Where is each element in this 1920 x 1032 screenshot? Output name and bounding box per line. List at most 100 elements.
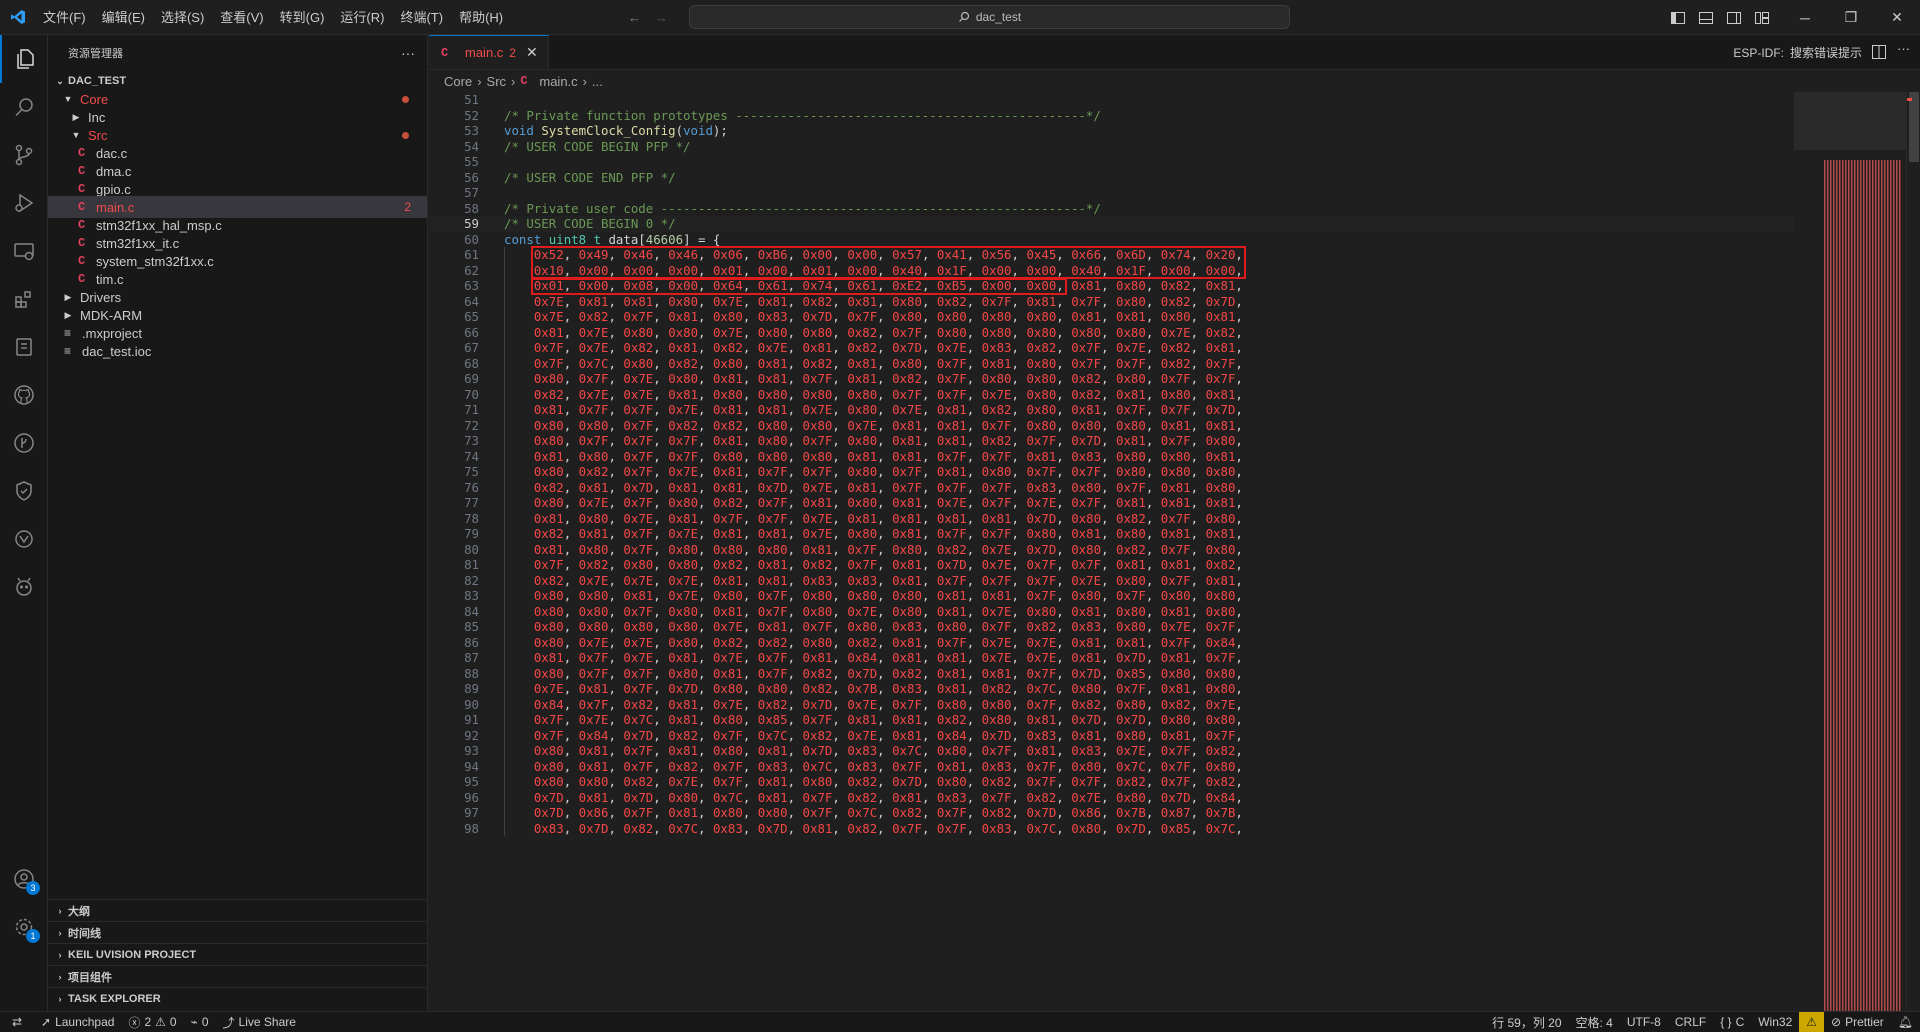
code-line[interactable]: 83 0x80, 0x80, 0x81, 0x7E, 0x80, 0x7F, 0…: [429, 588, 1794, 604]
code-line[interactable]: 97 0x7D, 0x86, 0x7F, 0x81, 0x80, 0x80, 0…: [429, 805, 1794, 821]
code-line[interactable]: 78 0x81, 0x80, 0x7E, 0x81, 0x7F, 0x7F, 0…: [429, 510, 1794, 526]
tab-main-c[interactable]: C main.c 2 ✕: [429, 35, 549, 69]
encoding[interactable]: UTF-8: [1620, 1012, 1668, 1032]
code-line[interactable]: 90 0x84, 0x7F, 0x82, 0x81, 0x7E, 0x82, 0…: [429, 696, 1794, 712]
code-line[interactable]: 66 0x81, 0x7E, 0x80, 0x80, 0x7E, 0x80, 0…: [429, 324, 1794, 340]
command-center-search[interactable]: dac_test: [689, 5, 1290, 29]
remote-indicator[interactable]: ⇄: [0, 1012, 34, 1032]
breadcrumb-symbol[interactable]: ...: [592, 74, 603, 89]
breadcrumb-src[interactable]: Src: [487, 74, 507, 89]
github-icon[interactable]: [0, 371, 48, 419]
breadcrumb-file[interactable]: main.c: [539, 74, 577, 89]
code-line[interactable]: 77 0x80, 0x7E, 0x7F, 0x80, 0x82, 0x7F, 0…: [429, 495, 1794, 511]
back-arrow-icon[interactable]: ←: [628, 10, 641, 25]
git-graph-icon[interactable]: [0, 419, 48, 467]
platformio-icon[interactable]: [0, 563, 48, 611]
more-actions-icon[interactable]: ···: [1897, 41, 1910, 56]
code-line[interactable]: 72 0x80, 0x80, 0x7F, 0x82, 0x82, 0x80, 0…: [429, 417, 1794, 433]
code-line[interactable]: 67 0x7F, 0x7E, 0x82, 0x81, 0x82, 0x7E, 0…: [429, 340, 1794, 356]
problems-item[interactable]: ⓧ 2 ⚠ 0: [121, 1012, 183, 1032]
toggle-secondary-sidebar-icon[interactable]: [1720, 0, 1748, 35]
search-icon[interactable]: [0, 83, 48, 131]
more-actions-icon[interactable]: ···: [401, 45, 415, 61]
code-line[interactable]: 79 0x82, 0x81, 0x7F, 0x7E, 0x81, 0x81, 0…: [429, 526, 1794, 542]
code-line[interactable]: 65 0x7E, 0x82, 0x7F, 0x81, 0x80, 0x83, 0…: [429, 309, 1794, 325]
menu-view[interactable]: 查看(V): [212, 0, 271, 35]
code-line[interactable]: 53 void SystemClock_Config(void);: [429, 123, 1794, 139]
extensions-icon[interactable]: [0, 275, 48, 323]
esp-idf-search-errors[interactable]: ESP-IDF: 搜索错误提示: [1733, 35, 1862, 70]
code-line[interactable]: 51: [429, 92, 1794, 108]
config-platform[interactable]: Win32: [1751, 1012, 1799, 1032]
breadcrumb-core[interactable]: Core: [444, 74, 472, 89]
code-line[interactable]: 85 0x80, 0x80, 0x80, 0x80, 0x7E, 0x81, 0…: [429, 619, 1794, 635]
indentation[interactable]: 空格: 4: [1569, 1012, 1620, 1032]
code-line[interactable]: 76 0x82, 0x81, 0x7D, 0x81, 0x81, 0x7D, 0…: [429, 479, 1794, 495]
close-tab-icon[interactable]: ✕: [526, 44, 538, 61]
code-line[interactable]: 95 0x80, 0x80, 0x82, 0x7E, 0x7F, 0x81, 0…: [429, 774, 1794, 790]
editor-scrollbar[interactable]: [1906, 92, 1920, 1011]
testing-icon[interactable]: [0, 467, 48, 515]
line-ending[interactable]: CRLF: [1668, 1012, 1713, 1032]
code-line[interactable]: 64 0x7E, 0x81, 0x81, 0x80, 0x7E, 0x81, 0…: [429, 293, 1794, 309]
code-line[interactable]: 52 /* Private function prototypes -------…: [429, 108, 1794, 124]
live-share-item[interactable]: ⤴ Live Share: [216, 1012, 303, 1032]
menu-file[interactable]: 文件(F): [35, 0, 94, 35]
customize-layout-icon[interactable]: [1748, 0, 1776, 35]
minimap-slider[interactable]: [1794, 92, 1906, 150]
close-window-icon[interactable]: ✕: [1874, 0, 1920, 35]
code-line[interactable]: 92 0x7F, 0x84, 0x7D, 0x82, 0x7F, 0x7C, 0…: [429, 727, 1794, 743]
code-line[interactable]: 86 0x80, 0x7E, 0x7E, 0x80, 0x82, 0x82, 0…: [429, 634, 1794, 650]
menu-help[interactable]: 帮助(H): [451, 0, 511, 35]
code-line[interactable]: 56 /* USER CODE END PFP */: [429, 170, 1794, 186]
code-line[interactable]: 54 /* USER CODE BEGIN PFP */: [429, 139, 1794, 155]
launchpad-item[interactable]: ➚ Launchpad: [34, 1012, 121, 1032]
code-line[interactable]: 71 0x81, 0x7F, 0x7F, 0x7E, 0x81, 0x81, 0…: [429, 402, 1794, 418]
ports-item[interactable]: ⌁ 0: [184, 1012, 216, 1032]
remote-explorer-icon[interactable]: [0, 227, 48, 275]
code-line[interactable]: 59 /* USER CODE BEGIN 0 */: [429, 216, 1794, 232]
notifications-bell-icon[interactable]: 🔔︎: [1891, 1012, 1920, 1032]
minimap[interactable]: [1794, 92, 1906, 1011]
toggle-panel-icon[interactable]: [1692, 0, 1720, 35]
esp-idf-icon[interactable]: [0, 323, 48, 371]
timeline-panel[interactable]: › 时间线: [48, 921, 427, 943]
file-ioc[interactable]: ≡ dac_test.ioc: [48, 340, 427, 362]
scrollbar-thumb[interactable]: [1909, 92, 1919, 162]
code-line[interactable]: 73 0x80, 0x7F, 0x7F, 0x7F, 0x81, 0x80, 0…: [429, 433, 1794, 449]
code-line[interactable]: 89 0x7E, 0x81, 0x7F, 0x7D, 0x80, 0x80, 0…: [429, 681, 1794, 697]
code-line[interactable]: 57: [429, 185, 1794, 201]
keil-project-panel[interactable]: › KEIL UVISION PROJECT: [48, 943, 427, 965]
code-line[interactable]: 91 0x7F, 0x7E, 0x7C, 0x81, 0x80, 0x85, 0…: [429, 712, 1794, 728]
cursor-position[interactable]: 行 59，列 20: [1485, 1012, 1568, 1032]
code-line[interactable]: 60 const uint8_t data[46606] = {: [429, 232, 1794, 248]
split-editor-icon[interactable]: [1872, 45, 1886, 62]
code-line[interactable]: 87 0x81, 0x7F, 0x7E, 0x81, 0x7E, 0x7F, 0…: [429, 650, 1794, 666]
restore-icon[interactable]: ❐: [1828, 0, 1874, 35]
code-line[interactable]: 84 0x80, 0x80, 0x7F, 0x80, 0x81, 0x7F, 0…: [429, 603, 1794, 619]
code-line[interactable]: 93 0x80, 0x81, 0x7F, 0x81, 0x80, 0x81, 0…: [429, 743, 1794, 759]
code-line[interactable]: 96 0x7D, 0x81, 0x7D, 0x80, 0x7C, 0x81, 0…: [429, 789, 1794, 805]
toggle-primary-sidebar-icon[interactable]: [1664, 0, 1692, 35]
source-control-icon[interactable]: [0, 131, 48, 179]
menu-run[interactable]: 运行(R): [332, 0, 392, 35]
forward-arrow-icon[interactable]: →: [655, 10, 668, 25]
code-line[interactable]: 68 0x7F, 0x7C, 0x80, 0x82, 0x80, 0x81, 0…: [429, 355, 1794, 371]
code-line[interactable]: 94 0x80, 0x81, 0x7F, 0x82, 0x7F, 0x83, 0…: [429, 758, 1794, 774]
code-line[interactable]: 74 0x81, 0x80, 0x7F, 0x7F, 0x80, 0x80, 0…: [429, 448, 1794, 464]
code-line[interactable]: 58 /* Private user code -----------------…: [429, 201, 1794, 217]
menu-go[interactable]: 转到(G): [272, 0, 333, 35]
run-debug-icon[interactable]: [0, 179, 48, 227]
code-line[interactable]: 55: [429, 154, 1794, 170]
code-line[interactable]: 69 0x80, 0x7F, 0x7E, 0x80, 0x81, 0x81, 0…: [429, 371, 1794, 387]
code-line[interactable]: 80 0x81, 0x80, 0x7F, 0x80, 0x80, 0x80, 0…: [429, 541, 1794, 557]
menu-terminal[interactable]: 终端(T): [392, 0, 451, 35]
ai-assistant-icon[interactable]: [0, 515, 48, 563]
code-line[interactable]: 88 0x80, 0x7F, 0x7F, 0x80, 0x81, 0x7F, 0…: [429, 665, 1794, 681]
warning-status-icon[interactable]: ⚠: [1799, 1011, 1825, 1032]
code-line[interactable]: 82 0x82, 0x7E, 0x7E, 0x7E, 0x81, 0x81, 0…: [429, 572, 1794, 588]
code-line[interactable]: 81 0x7F, 0x82, 0x80, 0x80, 0x82, 0x81, 0…: [429, 557, 1794, 573]
minimize-icon[interactable]: ─: [1782, 0, 1828, 35]
code-editor[interactable]: 98 0x83, 0x7D, 0x82, 0x7C, 0x83, 0x7D, 0…: [429, 92, 1794, 1011]
code-line[interactable]: 75 0x80, 0x82, 0x7F, 0x7E, 0x81, 0x7F, 0…: [429, 464, 1794, 480]
